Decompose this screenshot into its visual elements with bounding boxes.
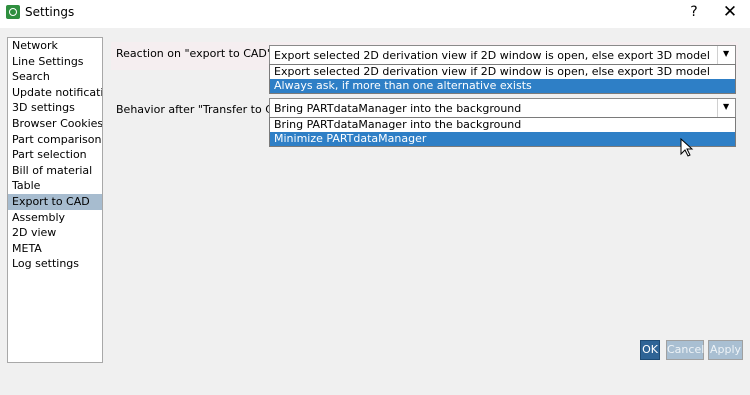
dropdown-option-highlighted[interactable]: Minimize PARTdataManager [270, 132, 735, 146]
app-icon [6, 5, 20, 19]
nav-item-line-settings[interactable]: Line Settings [8, 54, 102, 70]
apply-button[interactable]: Apply [708, 340, 743, 360]
export-reaction-value: Export selected 2D derivation view if 2D… [274, 49, 710, 62]
nav-item-assembly[interactable]: Assembly [8, 210, 102, 226]
dropdown-option[interactable]: Export selected 2D derivation view if 2D… [270, 65, 735, 79]
export-reaction-dropdown-list: Export selected 2D derivation view if 2D… [269, 64, 736, 94]
nav-item-export-to-cad[interactable]: Export to CAD [8, 193, 102, 210]
transfer-behavior-value: Bring PARTdataManager into the backgroun… [274, 102, 522, 115]
dropdown-arrow-icon[interactable]: ▼ [717, 46, 735, 64]
nav-item-part-comparison[interactable]: Part comparison [8, 132, 102, 148]
nav-item-3d-settings[interactable]: 3D settings [8, 100, 102, 116]
dropdown-option[interactable]: Bring PARTdataManager into the backgroun… [270, 118, 735, 132]
nav-item-log-settings[interactable]: Log settings [8, 256, 102, 272]
transfer-behavior-select[interactable]: Bring PARTdataManager into the backgroun… [269, 98, 736, 118]
nav-item-update-notification[interactable]: Update notification [8, 85, 102, 101]
nav-item-browser-cookies[interactable]: Browser Cookies [8, 116, 102, 132]
close-button[interactable]: ✕ [720, 2, 740, 22]
nav-item-network[interactable]: Network [8, 38, 102, 54]
ok-button[interactable]: OK [640, 340, 660, 360]
settings-category-list[interactable]: Network Line Settings Search Update noti… [7, 37, 103, 363]
export-reaction-select[interactable]: Export selected 2D derivation view if 2D… [269, 45, 736, 65]
nav-item-meta[interactable]: META [8, 241, 102, 257]
title-bar: Settings ? ✕ [0, 0, 750, 28]
transfer-behavior-dropdown-list: Bring PARTdataManager into the backgroun… [269, 117, 736, 147]
window-title: Settings [25, 5, 75, 19]
nav-item-2d-view[interactable]: 2D view [8, 225, 102, 241]
dropdown-arrow-icon[interactable]: ▼ [717, 99, 735, 117]
mouse-pointer-icon [680, 138, 694, 157]
dropdown-option-highlighted[interactable]: Always ask, if more than one alternative… [270, 79, 735, 93]
export-reaction-label: Reaction on "export to CAD" [116, 47, 272, 60]
help-button[interactable]: ? [686, 4, 702, 20]
cancel-button[interactable]: Cancel [666, 340, 704, 360]
nav-item-search[interactable]: Search [8, 69, 102, 85]
nav-item-part-selection[interactable]: Part selection [8, 147, 102, 163]
nav-item-table[interactable]: Table [8, 178, 102, 194]
nav-item-bill-of-material[interactable]: Bill of material [8, 163, 102, 179]
